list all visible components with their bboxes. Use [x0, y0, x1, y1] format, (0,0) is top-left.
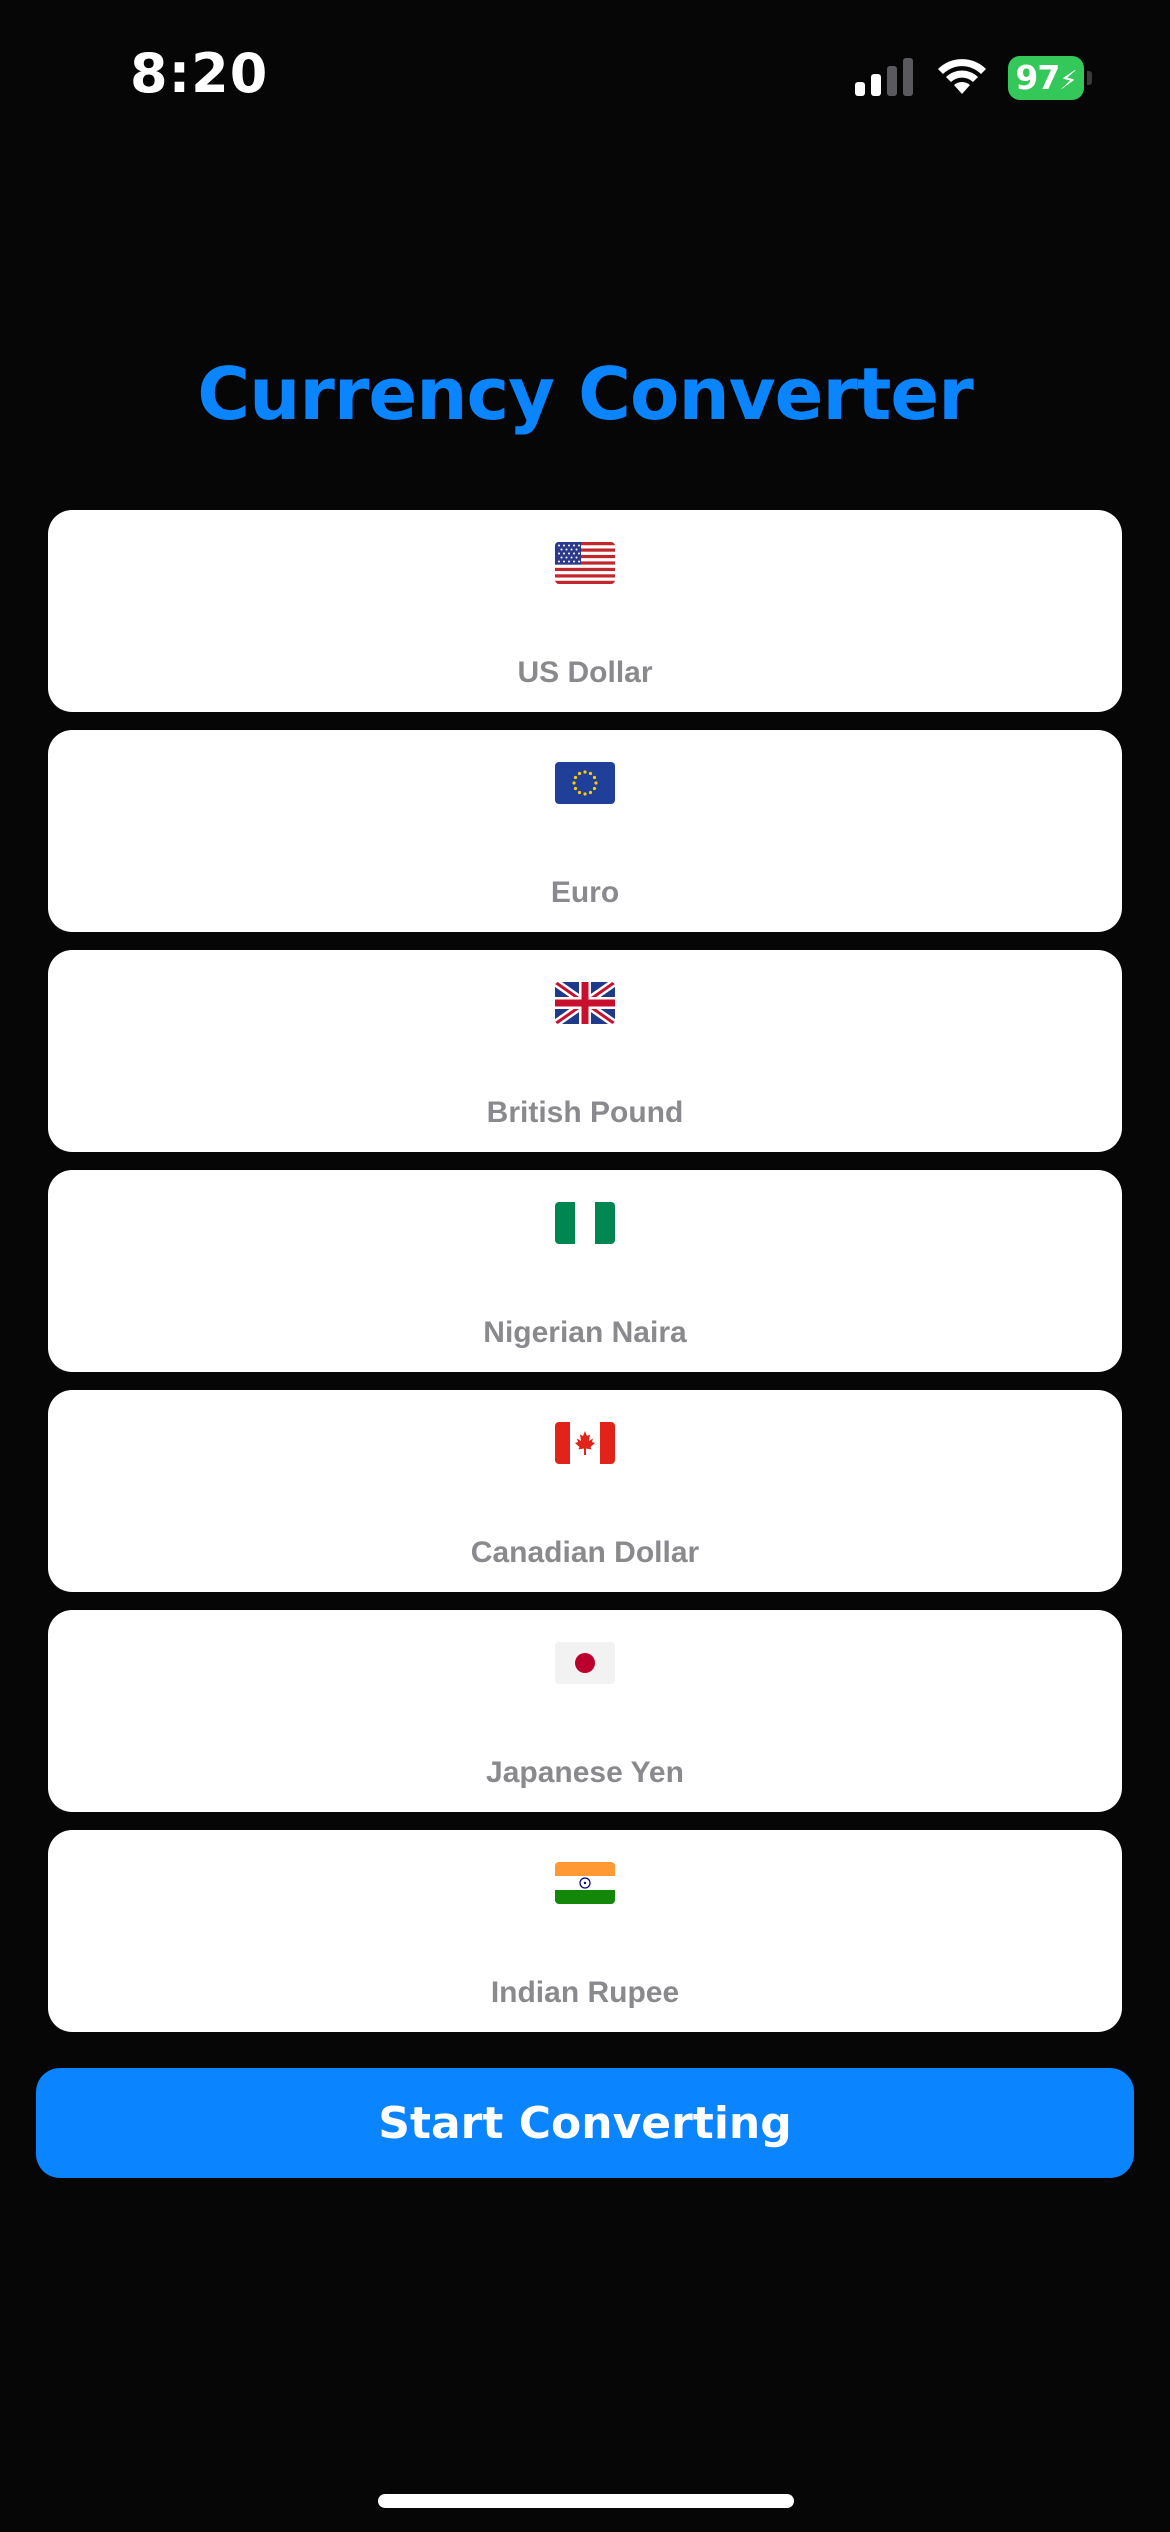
currency-card-indian-rupee[interactable]: Indian Rupee — [48, 1830, 1122, 2032]
home-indicator[interactable] — [378, 2494, 794, 2508]
wifi-icon — [938, 59, 986, 94]
currency-card-canadian-dollar[interactable]: Canadian Dollar — [48, 1390, 1122, 1592]
status-time: 8:20 — [130, 42, 269, 105]
battery-charging-icon: 97⚡ — [1008, 56, 1092, 100]
currency-list: US Dollar Euro British Pound Nigerian Na… — [48, 510, 1122, 2050]
currency-card-british-pound[interactable]: British Pound — [48, 950, 1122, 1152]
currency-label: Nigerian Naira — [483, 1316, 687, 1349]
currency-label: British Pound — [486, 1096, 684, 1129]
currency-card-japanese-yen[interactable]: Japanese Yen — [48, 1610, 1122, 1812]
charging-bolt-icon: ⚡ — [1059, 66, 1077, 96]
currency-label: Japanese Yen — [486, 1756, 684, 1789]
eu-flag-icon — [555, 762, 615, 804]
nigeria-flag-icon — [555, 1202, 615, 1244]
currency-label: Euro — [550, 876, 620, 909]
japan-flag-icon — [555, 1642, 615, 1684]
india-flag-icon — [555, 1862, 615, 1904]
currency-card-nigerian-naira[interactable]: Nigerian Naira — [48, 1170, 1122, 1372]
currency-label: Canadian Dollar — [470, 1536, 700, 1569]
battery-level: 97⚡ — [1015, 58, 1077, 97]
currency-card-us-dollar[interactable]: US Dollar — [48, 510, 1122, 712]
uk-flag-icon — [555, 982, 615, 1024]
us-flag-icon — [555, 542, 615, 584]
status-bar: 8:20 97⚡ — [0, 0, 1170, 150]
start-converting-button[interactable]: Start Converting — [36, 2068, 1134, 2178]
cellular-signal-icon — [855, 58, 913, 96]
canada-flag-icon — [555, 1422, 615, 1464]
page-title: Currency Converter — [197, 352, 973, 436]
battery-cap — [1087, 71, 1092, 85]
currency-card-euro[interactable]: Euro — [48, 730, 1122, 932]
currency-label: US Dollar — [517, 656, 653, 689]
currency-label: Indian Rupee — [490, 1976, 680, 2009]
